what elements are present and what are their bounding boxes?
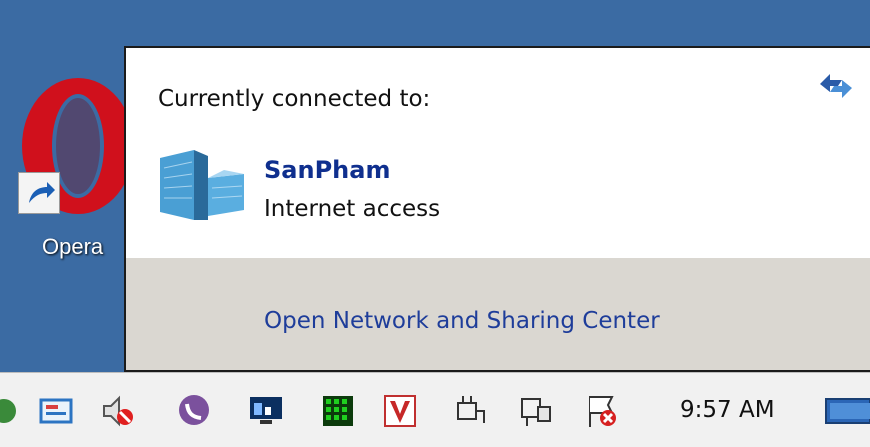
taskbar: 9:57 AM	[0, 372, 870, 447]
shortcut-label[interactable]: Opera	[42, 234, 103, 260]
opera-shortcut[interactable]: Opera	[18, 76, 134, 266]
message-icon[interactable]	[38, 393, 74, 429]
show-desktop-icon[interactable]	[824, 393, 870, 429]
antivirus-v-icon[interactable]	[382, 393, 418, 429]
taskbar-clock[interactable]: 9:57 AM	[680, 397, 775, 423]
action-center-icon[interactable]	[0, 393, 22, 429]
flyout-body: Currently connected to: SanPham Internet…	[126, 48, 870, 258]
network-cable-icon[interactable]	[518, 393, 554, 429]
power-plug-icon[interactable]	[452, 393, 488, 429]
viber-icon[interactable]	[176, 393, 212, 429]
green-grid-icon[interactable]	[320, 393, 356, 429]
network-status: Internet access	[264, 196, 441, 222]
volume-muted-icon[interactable]	[100, 393, 136, 429]
network-building-icon	[160, 150, 244, 220]
flyout-footer: Open Network and Sharing Center	[126, 258, 870, 370]
refresh-icon[interactable]	[816, 68, 856, 104]
network-monitor-icon[interactable]	[248, 393, 284, 429]
network-flyout: Currently connected to: SanPham Internet…	[124, 46, 870, 372]
shortcut-arrow-icon	[18, 172, 60, 214]
open-network-sharing-center-link[interactable]: Open Network and Sharing Center	[264, 308, 660, 334]
network-name[interactable]: SanPham	[264, 156, 390, 184]
connected-heading: Currently connected to:	[158, 86, 431, 112]
flag-error-icon[interactable]	[584, 393, 620, 429]
